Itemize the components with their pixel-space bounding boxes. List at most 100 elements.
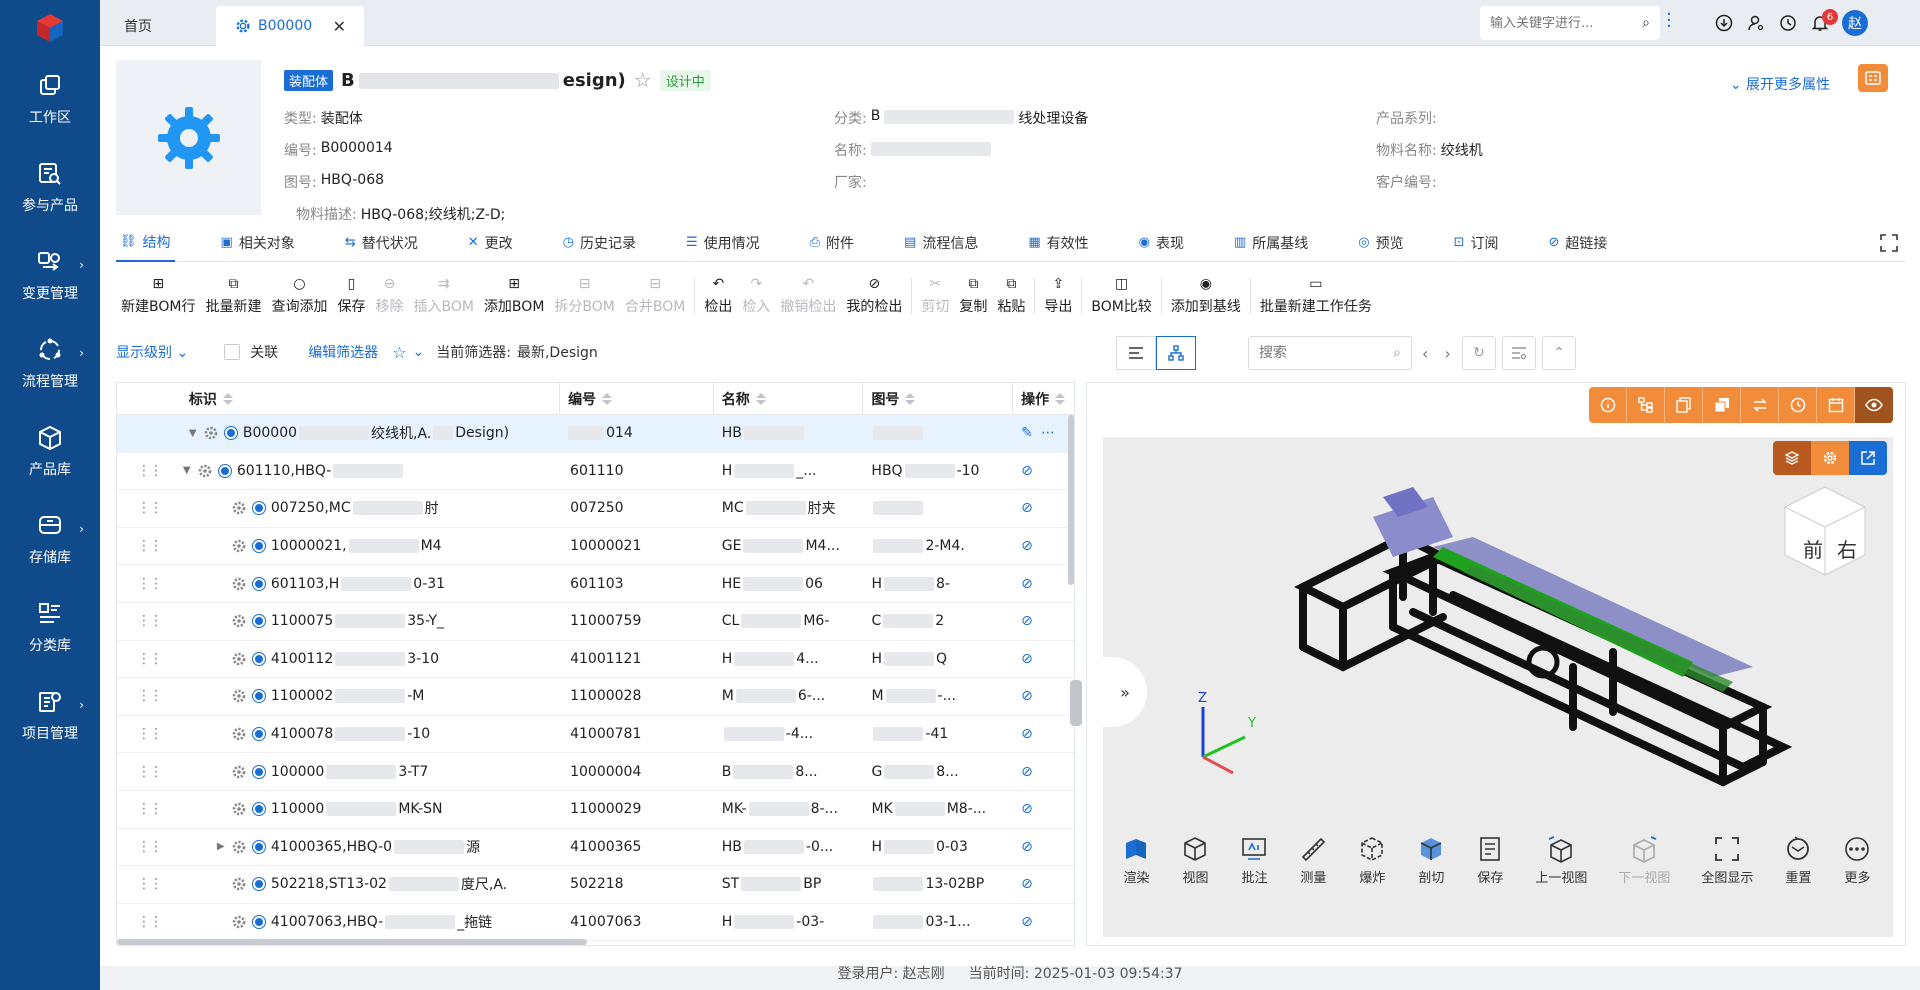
viewer-tool-annotate[interactable]: 批注 [1240,835,1268,886]
col-id[interactable]: 标识 [181,383,561,414]
drag-handle-icon[interactable]: ⋮⋮ [125,651,163,667]
toolbar-button-4[interactable]: ⊖ 移除 [370,270,408,322]
tab-usage[interactable]: ☰ 使用情况 [682,224,764,262]
tab-subscribe[interactable]: ⊡ 订阅 [1450,224,1503,262]
history-icon[interactable] [1779,387,1817,423]
viewer-tool-more[interactable]: 更多 [1843,835,1871,886]
relate-checkbox[interactable] [224,344,241,360]
tab-history[interactable]: ◷ 历史记录 [559,224,640,262]
collapse-button[interactable]: ⌃ [1542,336,1576,370]
tab-representation[interactable]: ◉ 表现 [1135,224,1188,262]
drag-handle-icon[interactable]: ⋮⋮ [125,688,163,704]
expand-toggle-icon[interactable]: ▼ [183,465,197,476]
viewer-tool-next-view[interactable]: 下一视图 [1618,835,1670,886]
tab-validity[interactable]: ▦ 有效性 [1024,224,1092,262]
table-row[interactable]: ⋮⋮ ▼ 601110,HBQ- 601110 H _... HBQ -10 ⊘ [117,453,1074,491]
toolbar-button-7[interactable]: ⊟ 拆分BOM [549,270,619,322]
toolbar-button-14[interactable]: ⧉ 复制 [954,270,992,322]
link-icon[interactable]: ⊘ [1021,914,1033,930]
tab-changes[interactable]: ✕ 更改 [464,224,517,262]
link-icon[interactable]: ⊘ [1021,576,1033,592]
table-row[interactable]: ⋮⋮ 100000 3-T7 10000004 B 8... G 8... ⊘ [117,753,1074,791]
vertical-scrollbar[interactable] [1068,415,1074,585]
sidebar-item-category[interactable]: 分类库 [0,584,100,672]
more-vertical-icon[interactable]: · · · [1666,6,1674,36]
sidebar-item-cube[interactable]: 产品库 [0,408,100,496]
drag-handle-icon[interactable]: ⋮⋮ [125,839,163,855]
info-icon[interactable] [1589,387,1627,423]
tab-attachment[interactable]: ⎙ 附件 [806,224,858,262]
download-icon[interactable] [1714,13,1734,33]
drag-handle-icon[interactable]: ⋮⋮ [125,463,163,479]
link-icon[interactable]: ⊘ [1021,839,1033,855]
prev-arrow-icon[interactable]: ‹ [1422,344,1428,363]
drag-handle-icon[interactable]: ⋮⋮ [125,538,163,554]
link-icon[interactable]: ⊘ [1021,876,1033,892]
table-row[interactable]: ⋮⋮ 41007063,HBQ- _拖链 41007063 H -03- 03-1... ⊘ [117,904,1074,942]
col-number[interactable]: 编号 [560,383,714,414]
toolbar-button-0[interactable]: ⊞ 新建BOM行 [116,270,200,322]
sidebar-item-workflow[interactable]: 流程管理 › [0,320,100,408]
expand-toggle-icon[interactable]: ▼ [189,428,203,439]
table-row[interactable]: ⋮⋮ 1100075 35-Y_ 11000759 CL M6- C 2 ⊘ [117,603,1074,641]
tree-view-button[interactable] [1156,336,1196,370]
col-drawing[interactable]: 图号 [863,383,1014,414]
horizontal-scrollbar[interactable] [117,939,587,945]
toolbar-button-15[interactable]: ⧉ 粘贴 [992,270,1030,322]
drag-handle-icon[interactable]: ⋮⋮ [125,576,163,592]
link-icon[interactable]: ⊘ [1021,463,1033,479]
refresh-button[interactable]: ↻ [1462,336,1496,370]
tab-current-part[interactable]: B00000 ✕ [216,6,364,46]
link-icon[interactable]: ⊘ [1021,688,1033,704]
edit-icon[interactable]: ✎ [1021,425,1033,441]
toolbar-button-1[interactable]: ⧉ 批量新建 [200,270,266,322]
expand-more-attrs-link[interactable]: ⌄ 展开更多属性 [1730,74,1830,94]
structure-icon[interactable] [1627,387,1665,423]
edit-filter-link[interactable]: 编辑筛选器 [308,342,378,362]
history-icon[interactable] [1778,13,1798,33]
sidebar-item-project[interactable]: 项目管理 › [0,672,100,760]
tab-substitute[interactable]: ⇆ 替代状况 [341,224,422,262]
sidebar-item-workspace[interactable]: 工作区 [0,56,100,144]
viewer-tool-previous-view[interactable]: 上一视图 [1535,835,1587,886]
chevron-down-icon[interactable]: ⌄ [413,344,425,360]
model-tree-icon[interactable] [1773,441,1811,475]
toolbar-button-17[interactable]: ◫ BOM比较 [1086,270,1156,322]
drag-handle-icon[interactable]: ⋮⋮ [125,876,163,892]
toolbar-button-5[interactable]: ⇉ 插入BOM [408,270,478,322]
open-external-icon[interactable] [1849,441,1887,475]
sidebar-item-change[interactable]: 变更管理 › [0,232,100,320]
tab-related[interactable]: ▣ 相关对象 [217,224,299,262]
global-search-input[interactable] [1490,15,1620,31]
tab-structure[interactable]: ⛓ 结构 [116,224,175,262]
viewer-tool-measure[interactable]: 测量 [1299,835,1327,886]
toolbar-button-18[interactable]: ◉ 添加到基线 [1166,270,1246,322]
table-row[interactable]: ⋮⋮ ▶ 41000365,HBQ-0 源 41000365 HB -0... H 0-03 ⊘ [117,829,1074,867]
toolbar-button-6[interactable]: ⊞ 添加BOM [479,270,549,322]
link-icon[interactable]: ⊘ [1021,651,1033,667]
search-icon[interactable]: ⌕ [1393,345,1401,361]
link-icon[interactable]: ⊘ [1021,500,1033,516]
swap-icon[interactable] [1741,387,1779,423]
list-view-button[interactable] [1116,336,1156,370]
viewer-tool-section[interactable]: 剖切 [1417,835,1445,886]
toolbar-button-19[interactable]: ▭ 批量新建工作任务 [1255,270,1377,322]
toolbar-button-16[interactable]: ⇪ 导出 [1039,270,1077,322]
eye-icon[interactable] [1855,387,1893,423]
tab-process[interactable]: ▤ 流程信息 [900,224,982,262]
tab-preview[interactable]: ◎ 预览 [1354,224,1407,262]
app-logo[interactable] [0,0,100,56]
user-settings-icon[interactable] [1746,13,1766,33]
close-icon[interactable]: ✕ [333,17,346,36]
next-arrow-icon[interactable]: › [1444,344,1450,363]
viewer-tool-save[interactable]: 保存 [1476,835,1504,886]
drag-handle-icon[interactable]: ⋮⋮ [125,726,163,742]
table-row[interactable]: ⋮⋮ 4100078 -10 41000781 -4... -41 ⊘ [117,716,1074,754]
favorite-star-icon[interactable]: ☆ [634,68,652,92]
toolbar-button-2[interactable]: ○ 查询添加 [266,270,332,322]
layers-icon[interactable] [1703,387,1741,423]
toolbar-button-8[interactable]: ⊟ 合并BOM [620,270,690,322]
table-row[interactable]: ⋮⋮ 007250,MC 肘 007250 MC 肘夹 ⊘ [117,490,1074,528]
fullscreen-icon[interactable] [1880,234,1898,252]
viewer-tool-reset[interactable]: 重置 [1784,835,1812,886]
